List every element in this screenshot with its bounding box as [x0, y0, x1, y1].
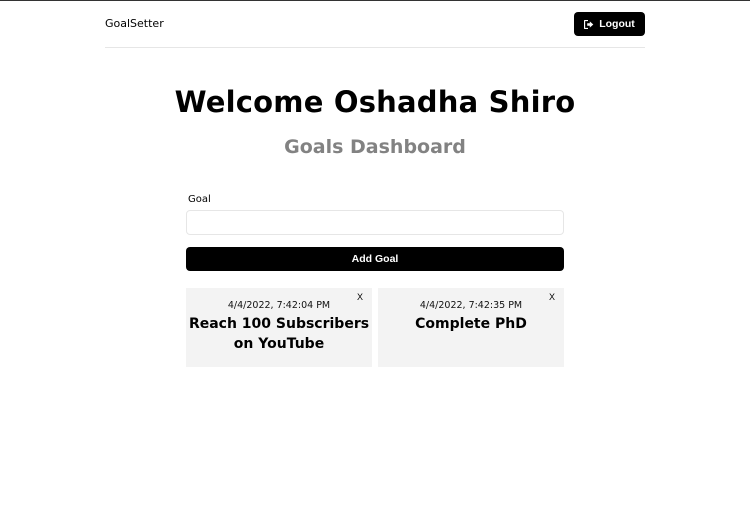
goal-label: Goal	[188, 194, 211, 205]
goal-text: Reach 100 Subscribers on YouTube	[188, 316, 370, 352]
sign-out-icon	[584, 19, 594, 29]
logout-label: Logout	[599, 18, 635, 30]
logout-button[interactable]: Logout	[574, 12, 645, 36]
goal-text: Complete PhD	[415, 316, 527, 332]
delete-goal-button[interactable]: X	[357, 292, 363, 302]
add-goal-button[interactable]: Add Goal	[186, 247, 564, 271]
delete-goal-button[interactable]: X	[549, 292, 555, 302]
goal-date: 4/4/2022, 7:42:04 PM	[227, 300, 331, 311]
goal-input[interactable]	[186, 210, 564, 235]
welcome-heading: Welcome Oshadha Shiro	[174, 85, 576, 119]
goal-date: 4/4/2022, 7:42:35 PM	[419, 300, 523, 311]
goal-card: X 4/4/2022, 7:42:35 PM Complete PhD	[378, 288, 564, 367]
dashboard-subtitle: Goals Dashboard	[284, 136, 466, 158]
logo-link[interactable]: GoalSetter	[105, 17, 164, 30]
goal-card: X 4/4/2022, 7:42:04 PM Reach 100 Subscri…	[186, 288, 372, 367]
header: GoalSetter Logout	[105, 1, 645, 48]
